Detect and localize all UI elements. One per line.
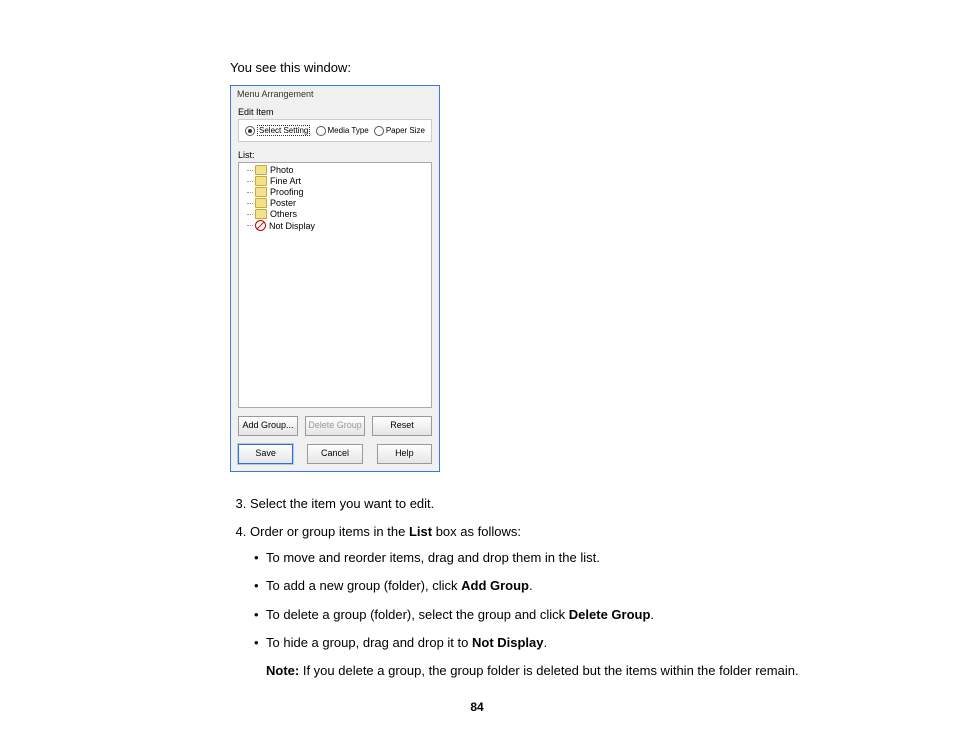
dialog-title: Menu Arrangement (231, 86, 439, 102)
bullet-2-lead: To add a new group (folder), click (266, 578, 461, 593)
step-4-tail: box as follows: (432, 524, 521, 539)
list-item-label[interactable]: Poster (270, 198, 296, 208)
folder-icon (255, 165, 267, 175)
radio-dot-icon (245, 126, 255, 136)
radio-label: Media Type (328, 126, 369, 135)
note-paragraph: Note: If you delete a group, the group f… (266, 661, 864, 681)
radio-select-setting[interactable]: Select Setting (245, 125, 310, 136)
steps-list: Select the item you want to edit. Order … (230, 494, 864, 653)
list-item-label[interactable]: Photo (270, 165, 294, 175)
document-page: You see this window: Menu Arrangement Ed… (0, 0, 954, 710)
bullet-2-tail: . (529, 578, 533, 593)
bullet-4-lead: To hide a group, drag and drop it to (266, 635, 472, 650)
bullet-4-tail: . (544, 635, 548, 650)
step-4-lead: Order or group items in the (250, 524, 409, 539)
list-item: Fine Art (247, 176, 427, 186)
radio-media-type[interactable]: Media Type (316, 126, 369, 136)
bullet-3-lead: To delete a group (folder), select the g… (266, 607, 569, 622)
page-number: 84 (0, 700, 954, 714)
list-item: Proofing (247, 187, 427, 197)
list-item-label[interactable]: Not Display (269, 221, 315, 231)
list-box[interactable]: Photo Fine Art Proofing Poster Others (238, 162, 432, 408)
note-label: Note: (266, 663, 299, 678)
bullet-2: To add a new group (folder), click Add G… (266, 576, 864, 596)
sub-bullets: To move and reorder items, drag and drop… (250, 548, 864, 653)
menu-arrangement-dialog: Menu Arrangement Edit Item Select Settin… (230, 85, 440, 472)
list-item-label[interactable]: Proofing (270, 187, 304, 197)
button-row-2: Save Cancel Help (238, 444, 432, 464)
not-display-icon (255, 220, 266, 231)
bullet-3: To delete a group (folder), select the g… (266, 605, 864, 625)
edit-item-box: Select Setting Media Type Paper Size (238, 119, 432, 142)
bullet-3-bold: Delete Group (569, 607, 651, 622)
list-item: Not Display (247, 220, 427, 231)
radio-dot-icon (374, 126, 384, 136)
radio-paper-size[interactable]: Paper Size (374, 126, 425, 136)
save-button[interactable]: Save (238, 444, 293, 464)
step-3: Select the item you want to edit. (250, 494, 864, 514)
bullet-2-bold: Add Group (461, 578, 529, 593)
step-4-bold: List (409, 524, 432, 539)
folder-icon (255, 176, 267, 186)
list-item: Photo (247, 165, 427, 175)
radio-label: Select Setting (257, 125, 310, 136)
bullet-4: To hide a group, drag and drop it to Not… (266, 633, 864, 653)
reset-button[interactable]: Reset (372, 416, 432, 436)
folder-icon (255, 198, 267, 208)
list-item: Poster (247, 198, 427, 208)
radio-dot-icon (316, 126, 326, 136)
list-item-label[interactable]: Fine Art (270, 176, 301, 186)
list-label: List: (238, 150, 432, 160)
note-body: If you delete a group, the group folder … (299, 663, 798, 678)
intro-text: You see this window: (230, 60, 864, 75)
button-row-1: Add Group... Delete Group Reset (238, 416, 432, 436)
bullet-4-bold: Not Display (472, 635, 544, 650)
delete-group-button[interactable]: Delete Group (305, 416, 365, 436)
folder-icon (255, 209, 267, 219)
bullet-1: To move and reorder items, drag and drop… (266, 548, 864, 568)
cancel-button[interactable]: Cancel (307, 444, 362, 464)
folder-icon (255, 187, 267, 197)
help-button[interactable]: Help (377, 444, 432, 464)
add-group-button[interactable]: Add Group... (238, 416, 298, 436)
radio-label: Paper Size (386, 126, 425, 135)
list-item: Others (247, 209, 427, 219)
step-4: Order or group items in the List box as … (250, 522, 864, 653)
list-item-label[interactable]: Others (270, 209, 297, 219)
dialog-body: Edit Item Select Setting Media Type Pape… (231, 102, 439, 471)
bullet-3-tail: . (650, 607, 654, 622)
edit-item-label: Edit Item (238, 107, 432, 117)
